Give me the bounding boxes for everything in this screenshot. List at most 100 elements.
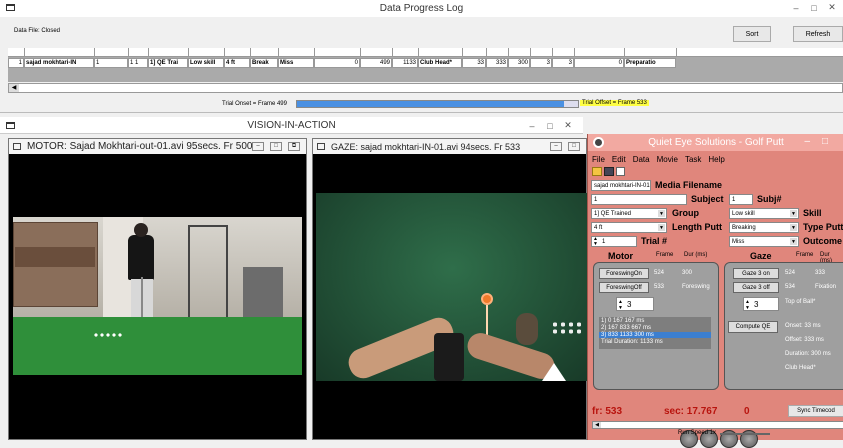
minimize-icon[interactable]: – [804, 136, 810, 147]
gaze-off-button[interactable]: Gaze 3 off [733, 282, 779, 293]
list-item[interactable]: Trial Duration: 1133 ms [601, 339, 663, 345]
maximize-icon[interactable]: □ [822, 136, 828, 147]
list-item[interactable]: 1) 0 167 167 ms [601, 318, 644, 324]
qe-titlebar[interactable]: Quiet Eye Solutions - Golf Putt – □ [588, 134, 843, 151]
gaze-video[interactable] [316, 193, 589, 381]
minimize-icon[interactable]: – [252, 142, 264, 151]
progress-titlebar[interactable]: Data Progress Log – □ ✕ [0, 0, 843, 17]
column-divider[interactable] [128, 48, 129, 57]
menu-task[interactable]: Task [685, 155, 701, 164]
length-select[interactable]: 4 ft ▼ [591, 222, 667, 233]
horizontal-scrollbar[interactable]: ◀ [8, 83, 843, 93]
close-icon[interactable]: ✕ [561, 120, 575, 131]
maximize-icon[interactable]: □ [807, 3, 821, 13]
column-divider[interactable] [462, 48, 463, 57]
column-divider[interactable] [508, 48, 509, 57]
chevron-down-icon[interactable]: ▼ [790, 224, 797, 231]
chevron-down-icon[interactable]: ▼ [790, 238, 797, 245]
subj-number-field[interactable]: 1 [729, 194, 753, 205]
skill-label: Skill [803, 208, 822, 218]
document-icon[interactable] [616, 167, 625, 176]
motor-video[interactable] [13, 217, 302, 375]
foreswing-off-button[interactable]: ForeswingOff [599, 282, 649, 293]
maximize-icon[interactable]: □ [270, 142, 282, 151]
chevron-down-icon[interactable]: ▼ [790, 210, 797, 217]
qe-duration: Duration: 300 ms [785, 351, 831, 357]
outcome-select[interactable]: Miss ▼ [729, 236, 799, 247]
column-divider[interactable] [574, 48, 575, 57]
column-divider[interactable] [188, 48, 189, 57]
column-divider[interactable] [624, 48, 625, 57]
maximize-icon[interactable]: □ [568, 142, 580, 151]
gaze-on-button[interactable]: Gaze 3 on [733, 268, 779, 279]
table-cell: 333 [486, 58, 508, 68]
column-divider[interactable] [552, 48, 553, 57]
menu-edit[interactable]: Edit [612, 155, 626, 164]
minimize-icon[interactable]: – [550, 142, 562, 151]
video-icon [317, 143, 325, 150]
menu-data[interactable]: Data [633, 155, 650, 164]
chevron-down-icon[interactable]: ▼ [658, 210, 665, 217]
run-speed-text: Run Speed 1x [678, 430, 717, 436]
skill-select[interactable]: Low skill ▼ [729, 208, 799, 219]
list-item-selected[interactable]: 3) 833 1133 300 ms [599, 332, 711, 338]
motor-header: Motor [608, 251, 633, 261]
column-divider[interactable] [148, 48, 149, 57]
frame-scrollbar[interactable]: ◀ [592, 421, 843, 429]
scroll-left-icon[interactable]: ◀ [593, 422, 601, 428]
list-item[interactable]: 2) 167 833 667 ms [601, 325, 651, 331]
scroll-left-icon[interactable]: ◀ [9, 84, 19, 92]
gaze-titlebar[interactable]: GAZE: sajad mokhtari-IN-01.avi 94secs. F… [313, 139, 586, 154]
restore-icon[interactable]: ⧉ [288, 142, 300, 151]
run-speed-slider[interactable] [720, 433, 770, 435]
trial-stepper[interactable]: ▲ ▼ 1 [591, 236, 637, 247]
column-divider[interactable] [250, 48, 251, 57]
motor-off-frame: 533 [654, 284, 665, 290]
subject-field[interactable]: 1 [591, 194, 687, 205]
stepper-icon[interactable]: ▲ ▼ [618, 299, 623, 310]
stepper-icon[interactable]: ▲ ▼ [745, 299, 750, 310]
column-divider[interactable] [530, 48, 531, 57]
close-icon[interactable]: ✕ [825, 2, 839, 13]
column-divider[interactable] [676, 48, 677, 57]
stepper-icon[interactable]: ▲ ▼ [593, 237, 598, 246]
group-select[interactable]: 1] QE Trained ▼ [591, 208, 667, 219]
gaze-title: GAZE: sajad mokhtari-IN-01.avi 94secs. F… [331, 141, 521, 152]
gaze-stepper-value: 3 [754, 299, 759, 309]
motor-phase-list[interactable]: 1) 0 167 167 ms 2) 167 833 667 ms 3) 833… [599, 317, 711, 349]
media-filename-field[interactable]: sajad mokhtari-IN-01.a [591, 180, 651, 191]
menu-file[interactable]: File [592, 155, 605, 164]
column-divider[interactable] [314, 48, 315, 57]
offset-readout: 0 [744, 406, 750, 417]
foreswing-on-button[interactable]: ForeswingOn [599, 268, 649, 279]
column-divider[interactable] [24, 48, 25, 57]
open-folder-icon[interactable] [592, 167, 602, 176]
motor-stepper[interactable]: ▲ ▼ 3 [616, 297, 654, 311]
progress-table: 1 sajad mokhtari-IN 1 1 1 1] QE Trai Low skil… [8, 48, 843, 82]
gaze-on-frame: 524 [785, 270, 796, 276]
table-cell: Low skill [188, 58, 224, 68]
menu-help[interactable]: Help [708, 155, 724, 164]
column-divider[interactable] [486, 48, 487, 57]
sort-button[interactable]: Sort [733, 26, 771, 42]
column-divider[interactable] [360, 48, 361, 57]
column-divider[interactable] [392, 48, 393, 57]
sync-timecode-button[interactable]: Sync Timecod [788, 405, 843, 417]
column-divider[interactable] [418, 48, 419, 57]
refresh-button[interactable]: Refresh [793, 26, 843, 42]
motor-pane: MOTOR: Sajad Mokhtari-out-01.avi 95secs.… [8, 138, 307, 440]
minimize-icon[interactable]: – [525, 121, 539, 131]
type-select[interactable]: Breaking ▼ [729, 222, 799, 233]
motor-titlebar[interactable]: MOTOR: Sajad Mokhtari-out-01.avi 95secs.… [9, 139, 306, 154]
column-divider[interactable] [278, 48, 279, 57]
minimize-icon[interactable]: – [789, 3, 803, 13]
column-divider[interactable] [94, 48, 95, 57]
gaze-stepper[interactable]: ▲ ▼ 3 [743, 297, 779, 311]
maximize-icon[interactable]: □ [543, 121, 557, 131]
menu-movie[interactable]: Movie [657, 155, 678, 164]
save-icon[interactable] [604, 167, 614, 176]
column-divider[interactable] [224, 48, 225, 57]
vision-titlebar[interactable]: VISION-IN-ACTION – □ ✕ [0, 117, 583, 134]
compute-qe-button[interactable]: Compute QE [728, 321, 778, 333]
chevron-down-icon[interactable]: ▼ [658, 224, 665, 231]
